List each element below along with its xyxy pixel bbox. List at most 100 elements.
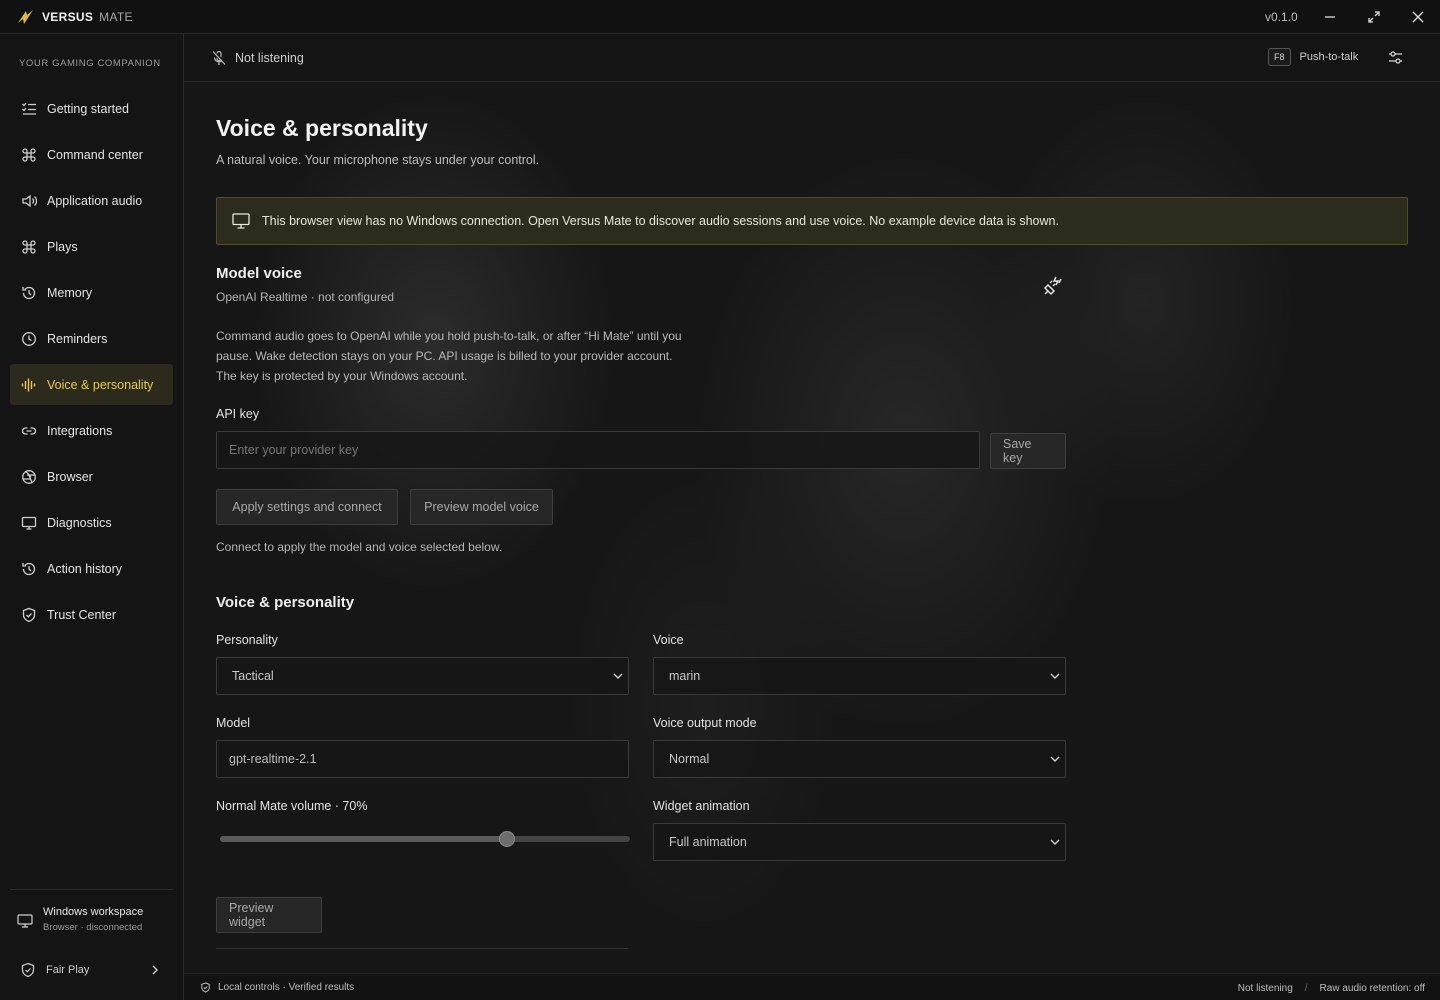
sidebar-item-label: Action history xyxy=(47,561,123,576)
history-icon xyxy=(20,560,37,577)
minimize-button[interactable] xyxy=(1321,8,1339,26)
sidebar-divider xyxy=(10,889,173,890)
model-voice-status: OpenAI Realtime · not configured xyxy=(216,290,395,304)
sidebar-nav: Getting started Command center Applicati… xyxy=(10,88,173,640)
sidebar-item-trust-center[interactable]: Trust Center xyxy=(10,594,173,635)
section-divider xyxy=(216,948,628,949)
waveform-icon xyxy=(20,376,37,393)
footer-trust-note: Local controls · Verified results xyxy=(200,982,354,993)
voice-select[interactable]: marin xyxy=(653,657,1066,695)
sidebar-item-integrations[interactable]: Integrations xyxy=(10,410,173,451)
page-subtitle: A natural voice. Your microphone stays u… xyxy=(216,153,540,167)
widget-animation-label: Widget animation xyxy=(653,799,750,813)
preview-model-voice-button[interactable]: Preview model voice xyxy=(410,489,553,525)
voice-personality-heading: Voice & personality xyxy=(216,594,355,611)
workspace-status[interactable]: Windows workspace Browser · disconnected xyxy=(17,906,143,933)
minimize-icon xyxy=(1324,11,1336,23)
sidebar-item-label: Memory xyxy=(47,285,93,300)
voice-output-mode-select[interactable]: Normal xyxy=(653,740,1066,778)
push-to-talk-label: Push-to-talk xyxy=(1299,51,1359,63)
model-voice-description: Command audio goes to OpenAI while you h… xyxy=(216,329,682,383)
sidebar-item-label: Trust Center xyxy=(47,607,117,622)
monitor-icon xyxy=(17,914,33,928)
preview-widget-button[interactable]: Preview widget xyxy=(216,897,322,933)
api-key-label: API key xyxy=(216,407,260,421)
title-bar: VERSUS MATE v0.1.0 xyxy=(0,0,1440,34)
chevron-down-icon xyxy=(1050,754,1060,764)
sidebar-item-memory[interactable]: Memory xyxy=(10,272,173,313)
apply-connect-button[interactable]: Apply settings and connect xyxy=(216,489,398,525)
status-bar: Not listening F8 Push-to-talk xyxy=(184,34,1440,82)
chevron-down-icon xyxy=(1050,671,1060,681)
fair-play-link[interactable]: Fair Play xyxy=(20,962,160,978)
sidebar-item-label: Reminders xyxy=(47,331,108,346)
sidebar-item-label: Getting started xyxy=(47,101,129,116)
sidebar-item-label: Plays xyxy=(47,239,78,254)
speaker-icon xyxy=(20,192,37,209)
model-input[interactable]: gpt-realtime-2.1 xyxy=(216,740,629,778)
workspace-connection: Browser · disconnected xyxy=(43,922,143,933)
model-value: gpt-realtime-2.1 xyxy=(229,752,317,766)
model-label: Model xyxy=(216,716,251,730)
main-content: Voice & personality A natural voice. You… xyxy=(184,82,1440,973)
sidebar-item-command-center[interactable]: Command center xyxy=(10,134,173,175)
volume-slider-fill xyxy=(220,836,507,842)
command-icon xyxy=(20,238,37,255)
personality-select[interactable]: Tactical xyxy=(216,657,629,695)
push-to-talk-hint: F8 Push-to-talk xyxy=(1268,48,1358,66)
close-button[interactable] xyxy=(1409,8,1427,26)
personality-label: Personality xyxy=(216,633,278,647)
widget-animation-select[interactable]: Full animation xyxy=(653,823,1066,861)
fair-play-label: Fair Play xyxy=(46,964,90,976)
mic-off-icon xyxy=(211,50,227,66)
chevron-down-icon xyxy=(1050,837,1060,847)
volume-slider[interactable] xyxy=(220,831,630,847)
sidebar-item-label: Application audio xyxy=(47,193,143,208)
footer-listening-status: Not listening xyxy=(1237,983,1293,994)
chevron-down-icon xyxy=(613,671,623,681)
sidebar-item-browser[interactable]: Browser xyxy=(10,456,173,497)
voice-output-mode-label: Voice output mode xyxy=(653,716,757,730)
expand-icon xyxy=(1367,10,1381,24)
api-key-input[interactable] xyxy=(216,431,980,469)
settings-toggle-button[interactable] xyxy=(1388,50,1403,65)
model-voice-heading: Model voice xyxy=(216,265,302,282)
listening-label: Not listening xyxy=(235,51,304,65)
footer-separator: / xyxy=(1304,983,1308,994)
link-icon xyxy=(20,422,37,439)
sidebar-item-application-audio[interactable]: Application audio xyxy=(10,180,173,221)
sidebar-item-label: Diagnostics xyxy=(47,515,112,530)
shield-check-icon xyxy=(200,982,211,993)
footer-bar: Local controls · Verified results Not li… xyxy=(184,973,1440,1000)
maximize-button[interactable] xyxy=(1365,8,1383,26)
history-icon xyxy=(20,284,37,301)
command-icon xyxy=(20,146,37,163)
push-to-talk-key: F8 xyxy=(1268,48,1291,66)
footer-left-text: Local controls · Verified results xyxy=(218,982,355,993)
volume-slider-handle[interactable] xyxy=(499,831,515,847)
sidebar-item-diagnostics[interactable]: Diagnostics xyxy=(10,502,173,543)
sidebar-item-voice-personality[interactable]: Voice & personality xyxy=(10,364,173,405)
shield-check-icon xyxy=(20,606,37,623)
widget-animation-value: Full animation xyxy=(669,835,747,849)
voice-label: Voice xyxy=(653,633,684,647)
sliders-icon xyxy=(1388,50,1403,65)
sidebar-item-action-history[interactable]: Action history xyxy=(10,548,173,589)
close-icon xyxy=(1412,11,1424,23)
sidebar-item-plays[interactable]: Plays xyxy=(10,226,173,267)
sidebar-item-getting-started[interactable]: Getting started xyxy=(10,88,173,129)
page-title: Voice & personality xyxy=(216,115,428,141)
footer-retention: Raw audio retention: off xyxy=(1319,983,1425,994)
listening-status: Not listening xyxy=(211,50,304,66)
sidebar-item-label: Browser xyxy=(47,469,93,484)
sidebar-item-reminders[interactable]: Reminders xyxy=(10,318,173,359)
disconnected-plug-icon xyxy=(1042,275,1064,297)
chevron-right-icon xyxy=(150,965,160,975)
footer-status: Not listening / Raw audio retention: off xyxy=(1238,983,1425,994)
shield-check-icon xyxy=(20,962,36,978)
voice-value: marin xyxy=(669,669,701,683)
save-key-button[interactable]: Save key xyxy=(990,433,1066,469)
voice-output-mode-value: Normal xyxy=(669,752,710,766)
versus-logo-icon xyxy=(17,9,34,25)
clock-icon xyxy=(20,330,37,347)
